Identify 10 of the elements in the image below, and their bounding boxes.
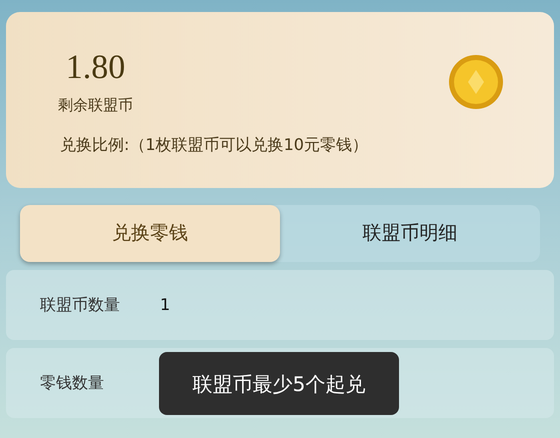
tab[interactable]: 联盟币明细 [280, 205, 540, 262]
field-label: 零钱数量 [40, 372, 105, 394]
input-field[interactable]: 1 [160, 293, 170, 317]
field-label: 联盟币数量 [40, 294, 121, 316]
balance-label: 剩余联盟币 [58, 95, 133, 116]
toast-message: 联盟币最少5个起兑 [159, 352, 399, 415]
balance-amount: 1.80 [66, 48, 126, 88]
exchange-ratio: 兑换比例:（1枚联盟币可以兑换10元零钱） [60, 134, 369, 156]
coin-icon [448, 54, 504, 110]
tab[interactable]: 兑换零钱 [20, 205, 280, 262]
